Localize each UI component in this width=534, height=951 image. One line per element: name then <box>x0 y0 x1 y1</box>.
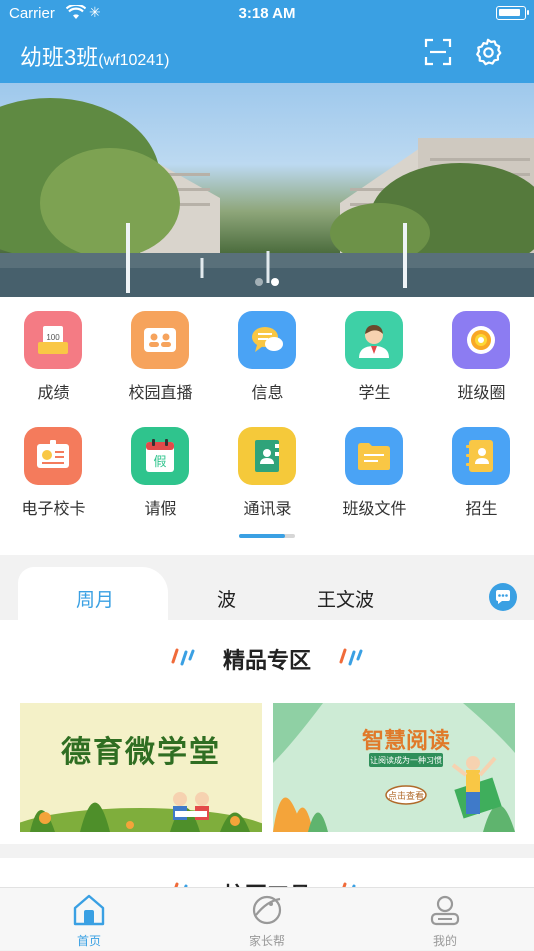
tab-bar: 周月 波 王文波 <box>0 555 534 620</box>
tabbar-item-home[interactable]: 首页 <box>0 888 178 951</box>
menu-label: 校园直播 <box>128 385 193 402</box>
page-title: 幼班3班(wf10241) <box>20 40 169 72</box>
card-title: 德育微学堂 <box>61 735 221 770</box>
status-bar: Carrier ✳ 3:18 AM <box>0 0 534 28</box>
banner-dot-active[interactable] <box>271 278 279 286</box>
card-smart-reading[interactable]: 智慧阅读 让阅读成为一种习惯 点击查看 <box>273 703 515 832</box>
bottom-tab-bar: 首页 家长帮 我的 <box>0 887 534 950</box>
banner-pager[interactable] <box>0 273 534 291</box>
menu-item-messages[interactable]: 信息 <box>214 297 321 407</box>
scores-icon: 100 <box>24 311 82 369</box>
svg-text:假: 假 <box>153 455 166 470</box>
parent-help-icon <box>252 895 282 925</box>
class-files-icon <box>345 427 403 485</box>
tabbar-label: 我的 <box>432 934 457 948</box>
premium-section: 精品专区 德育微学堂 智慧阅读 让阅读成为一种习惯 点击查看 <box>0 620 534 844</box>
menu-label: 电子校卡 <box>21 501 86 518</box>
leave-icon: 假 <box>131 427 189 485</box>
menu-label: 信息 <box>251 385 284 402</box>
menu-label: 请假 <box>144 501 177 518</box>
campus-photo <box>0 98 534 297</box>
battery-icon <box>496 6 529 20</box>
card-title: 智慧阅读 <box>361 728 450 754</box>
premium-title: 精品专区 <box>222 648 311 673</box>
tab-bo[interactable]: 波 <box>217 585 236 612</box>
menu-item-leave[interactable]: 假 请假 <box>107 413 214 523</box>
tab-zhouyue[interactable]: 周月 <box>76 585 114 612</box>
student-icon <box>345 311 403 369</box>
clock: 3:18 AM <box>238 5 296 22</box>
school-card-icon <box>24 427 82 485</box>
card-subtitle: 让阅读成为一种习惯 <box>370 756 442 765</box>
menu-label: 班级圈 <box>457 385 506 402</box>
menu-item-school-card[interactable]: 电子校卡 <box>0 413 107 523</box>
class-code: (wf10241) <box>98 52 170 69</box>
menu-label: 招生 <box>465 501 498 518</box>
menu-label: 学生 <box>358 385 391 402</box>
campus-banner[interactable] <box>0 83 534 297</box>
menu-page-indicator <box>239 534 295 538</box>
class-name: 幼班3班 <box>20 45 99 70</box>
tab-wangwenbo[interactable]: 王文波 <box>317 585 374 612</box>
menu-item-class-circle[interactable]: 班级圈 <box>428 297 534 407</box>
menu-item-campus-live[interactable]: 校园直播 <box>107 297 214 407</box>
menu-label: 班级文件 <box>342 501 407 518</box>
enrollment-icon <box>452 427 510 485</box>
menu-item-enrollment[interactable]: 招生 <box>428 413 534 523</box>
card-moral-education[interactable]: 德育微学堂 <box>20 703 262 832</box>
campus-live-icon <box>131 311 189 369</box>
tabbar-label: 家长帮 <box>248 934 285 948</box>
view-button[interactable]: 点击查看 <box>386 789 426 802</box>
chat-icon[interactable] <box>489 583 517 611</box>
menu-item-class-files[interactable]: 班级文件 <box>321 413 428 523</box>
home-icon <box>73 894 105 926</box>
menu-item-scores[interactable]: 100 成绩 <box>0 297 107 407</box>
message-icon <box>238 311 296 369</box>
menu-label: 通讯录 <box>243 501 292 518</box>
title-decoration-right <box>336 646 366 671</box>
tabbar-item-parent-help[interactable]: 家长帮 <box>178 888 356 951</box>
class-circle-icon <box>452 311 510 369</box>
quick-menu: 100 成绩 校园直播 信息 学生 班级圈 电子校卡 假 请假 通讯录 班级文件… <box>0 297 534 555</box>
svg-text:100: 100 <box>46 333 60 342</box>
banner-dot[interactable] <box>255 278 263 286</box>
tabbar-label: 首页 <box>76 934 101 948</box>
menu-item-contacts[interactable]: 通讯录 <box>214 413 321 523</box>
scan-icon[interactable] <box>424 38 452 66</box>
menu-label: 成绩 <box>37 385 70 402</box>
contacts-icon <box>238 427 296 485</box>
app-header: Carrier ✳ 3:18 AM 幼班3班(wf10241) <box>0 0 534 83</box>
menu-item-students[interactable]: 学生 <box>321 297 428 407</box>
tabbar-item-profile[interactable]: 我的 <box>356 888 534 951</box>
gear-icon[interactable] <box>474 38 502 66</box>
profile-icon <box>430 895 460 926</box>
